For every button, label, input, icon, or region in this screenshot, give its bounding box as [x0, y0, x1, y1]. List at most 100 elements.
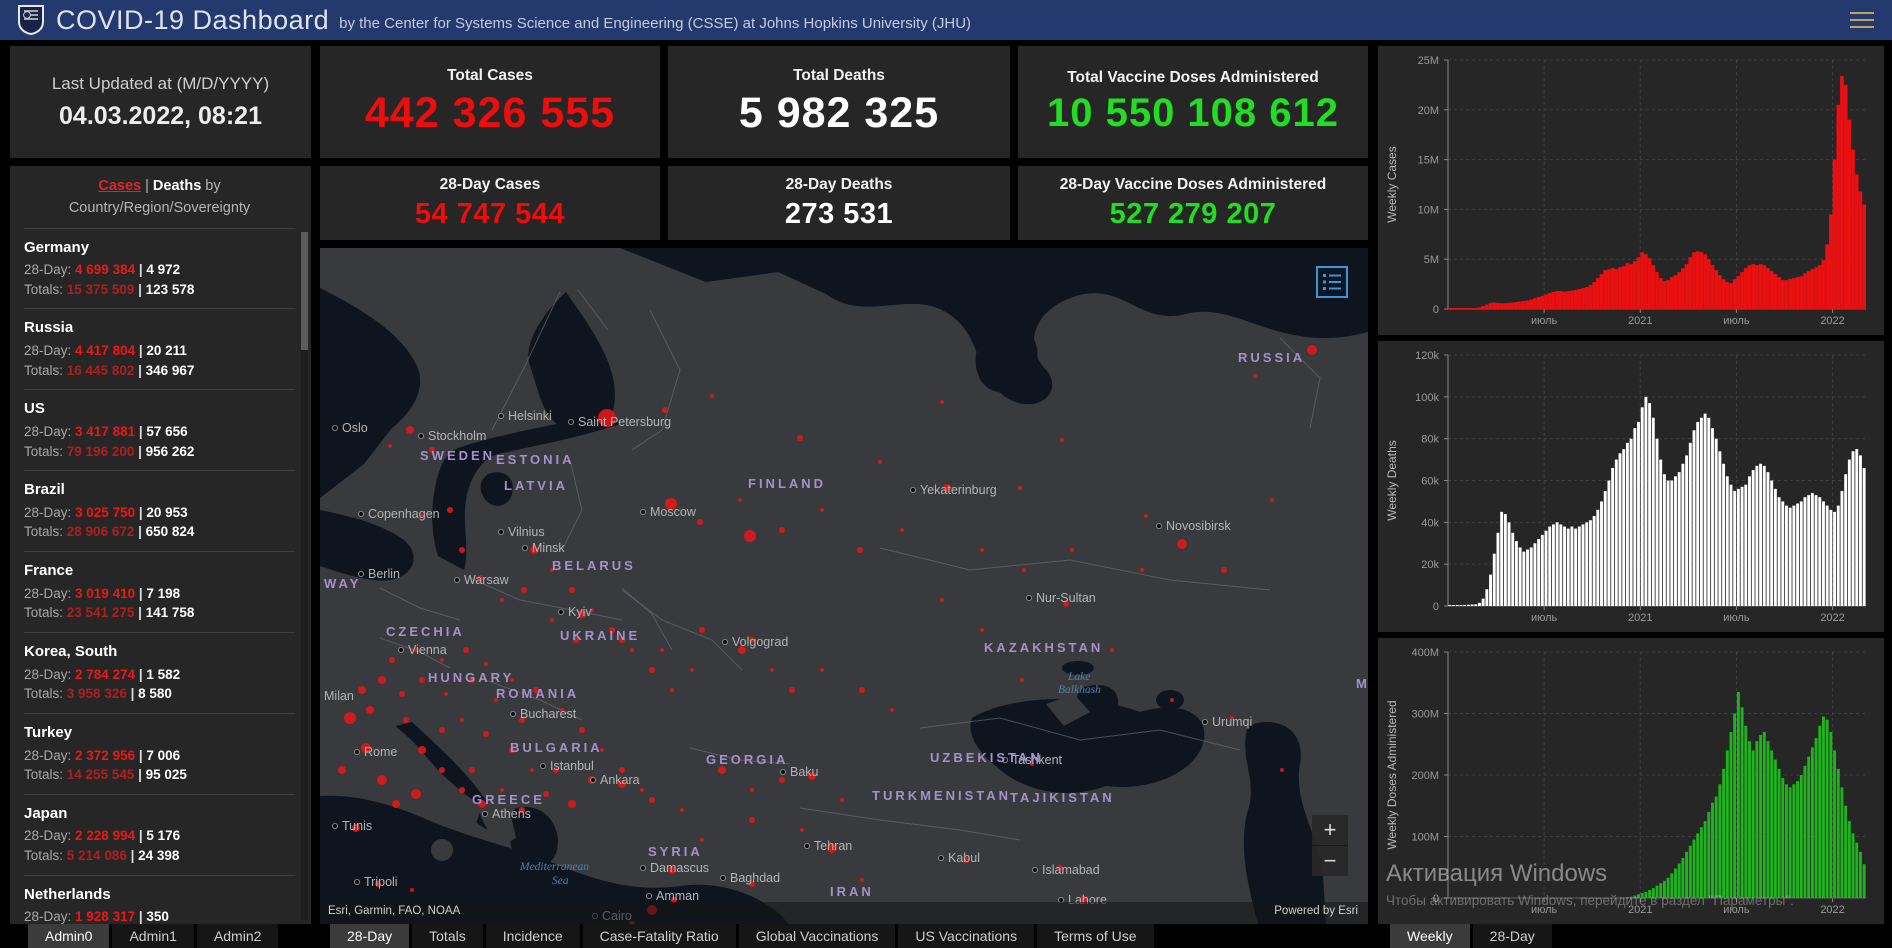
country-totals-line: Totals: 3 958 326 | 8 580	[24, 686, 172, 702]
day28-vaccines-label: 28-Day Vaccine Doses Administered	[1059, 175, 1327, 193]
svg-text:июль: июль	[1531, 904, 1558, 916]
tab-28-day[interactable]: 28-Day	[1472, 924, 1552, 948]
svg-text:2022: 2022	[1820, 904, 1844, 916]
weekly-doses-chart: июль 2021 июль 2022 0 100M 200M 300M 400M Weekly …	[1382, 642, 1880, 920]
svg-text:Tunis: Tunis	[342, 819, 372, 833]
svg-text:UKRAINE: UKRAINE	[560, 628, 640, 643]
country-name: Germany	[24, 238, 90, 256]
tab-admin0[interactable]: Admin0	[28, 924, 110, 948]
tab-us-vaccinations[interactable]: US Vaccinations	[898, 924, 1035, 948]
svg-text:Copenhagen: Copenhagen	[368, 507, 440, 521]
last-updated-panel: Last Updated at (M/D/YYYY) 04.03.2022, 0…	[10, 46, 311, 158]
total-vaccines-box: Total Vaccine Doses Administered 10 550 …	[1018, 46, 1368, 158]
svg-text:Lake: Lake	[1067, 671, 1090, 683]
country-row[interactable]: France 28-Day: 3 019 410 | 7 198 Totals: 2…	[24, 551, 295, 632]
svg-text:Helsinki: Helsinki	[508, 409, 552, 423]
svg-text:Mediterranean: Mediterranean	[519, 861, 589, 873]
svg-text:0: 0	[1433, 304, 1439, 316]
country-list: Germany 28-Day: 4 699 384 | 4 972 Totals: …	[24, 227, 295, 924]
day28-vaccines-value: 527 279 207	[1109, 197, 1277, 230]
svg-text:Baku: Baku	[790, 765, 819, 779]
svg-text:Amman: Amman	[656, 889, 699, 903]
total-deaths-value: 5 982 325	[738, 88, 940, 137]
svg-text:GEORGIA: GEORGIA	[706, 752, 788, 767]
svg-text:Warsaw: Warsaw	[464, 573, 510, 587]
svg-text:Baghdad: Baghdad	[730, 871, 780, 885]
country-row[interactable]: Japan 28-Day: 2 228 994 | 5 176 Totals: 5 …	[24, 793, 295, 875]
svg-text:15M: 15M	[1418, 155, 1439, 167]
country-row[interactable]: Korea, South 28-Day: 2 784 274 | 1 582 Tot…	[24, 631, 295, 713]
country-totals-line: Totals: 16 445 802 | 346 967	[24, 362, 195, 378]
total-cases-value: 442 326 555	[364, 88, 616, 137]
tab-weekly[interactable]: Weekly	[1390, 924, 1470, 948]
admin-tabs: Admin0 Admin1 Admin2	[28, 924, 279, 948]
svg-text:Weekly Deaths: Weekly Deaths	[1385, 440, 1399, 520]
country-list-scrollbar[interactable]	[301, 232, 308, 920]
svg-text:Yekaterinburg: Yekaterinburg	[920, 483, 997, 497]
svg-text:FINLAND: FINLAND	[748, 476, 826, 491]
svg-text:июль: июль	[1723, 904, 1750, 916]
country-row[interactable]: Russia 28-Day: 4 417 804 | 20 211 Totals: …	[24, 308, 295, 389]
tab-admin2[interactable]: Admin2	[196, 924, 279, 948]
last-updated-value: 04.03.2022, 08:21	[59, 101, 262, 130]
tab-global-vaccinations[interactable]: Global Vaccinations	[738, 924, 896, 948]
total-deaths-box: Total Deaths 5 982 325	[668, 46, 1010, 158]
menu-icon[interactable]	[1850, 7, 1874, 33]
svg-text:40k: 40k	[1421, 517, 1439, 529]
country-28day-line: 28-Day: 3 019 410 | 7 198	[24, 585, 181, 601]
svg-text:2022: 2022	[1820, 315, 1844, 327]
country-28day-line: 28-Day: 2 784 274 | 1 582	[24, 666, 181, 682]
svg-text:BULGARIA: BULGARIA	[510, 740, 603, 755]
svg-text:SYRIA: SYRIA	[648, 844, 703, 859]
svg-text:Weekly Cases: Weekly Cases	[1385, 146, 1399, 222]
country-28day-line: 28-Day: 3 025 750 | 20 953	[24, 504, 188, 520]
total-cases-label: Total Cases	[447, 66, 533, 84]
day28-cases-label: 28-Day Cases	[439, 175, 541, 193]
day28-deaths-box: 28-Day Deaths 273 531	[668, 166, 1010, 240]
svg-text:SWEDEN: SWEDEN	[420, 448, 495, 463]
tab-admin1[interactable]: Admin1	[112, 924, 194, 948]
world-map[interactable]: Oslo Stockholm Helsinki Saint Petersburg Cop…	[320, 248, 1368, 924]
svg-text:Volgograd: Volgograd	[732, 635, 788, 649]
svg-text:WAY: WAY	[324, 576, 361, 591]
svg-text:60k: 60k	[1421, 476, 1439, 488]
map-legend-button[interactable]	[1316, 266, 1348, 298]
svg-text:0: 0	[1433, 601, 1439, 613]
tab-terms-of-use[interactable]: Terms of Use	[1037, 924, 1154, 948]
svg-text:Berlin: Berlin	[368, 567, 400, 581]
svg-text:июль: июль	[1531, 315, 1558, 327]
svg-text:Balkhash: Balkhash	[1058, 684, 1101, 696]
svg-text:Ankara: Ankara	[600, 773, 640, 787]
svg-text:HUNGARY: HUNGARY	[428, 670, 514, 685]
chart-period-tabs: Weekly 28-Day	[1390, 924, 1552, 948]
svg-text:BELARUS: BELARUS	[552, 558, 636, 573]
tab-28-day[interactable]: 28-Day	[330, 924, 410, 948]
jhu-shield-icon	[18, 5, 44, 35]
svg-text:Sea: Sea	[552, 875, 569, 887]
svg-text:Kabul: Kabul	[948, 851, 980, 865]
zoom-in-button[interactable]: +	[1312, 815, 1348, 846]
country-row[interactable]: Germany 28-Day: 4 699 384 | 4 972 Totals: …	[24, 227, 295, 309]
country-row[interactable]: US 28-Day: 3 417 881 | 57 656 Totals: 79 1…	[24, 389, 295, 470]
powered-by-esri[interactable]: Powered by Esri	[1274, 905, 1358, 917]
deaths-toggle-link[interactable]: Deaths	[153, 178, 201, 194]
country-totals-line: Totals: 15 375 509 | 123 578	[24, 281, 195, 297]
svg-text:20M: 20M	[1418, 105, 1439, 117]
scrollbar-thumb[interactable]	[301, 232, 308, 350]
tab-totals[interactable]: Totals	[412, 924, 483, 948]
svg-text:100M: 100M	[1411, 832, 1439, 844]
country-row[interactable]: Netherlands28-Day: 1 928 317 | 350Totals…	[24, 874, 295, 924]
tab-case-fatality-ratio[interactable]: Case-Fatality Ratio	[582, 924, 736, 948]
svg-text:10M: 10M	[1418, 204, 1439, 216]
zoom-out-button[interactable]: −	[1312, 846, 1348, 876]
tab-incidence[interactable]: Incidence	[485, 924, 580, 948]
country-row[interactable]: Brazil 28-Day: 3 025 750 | 20 953 Totals: …	[24, 470, 295, 551]
svg-text:Stockholm: Stockholm	[428, 429, 486, 443]
svg-text:120k: 120k	[1415, 350, 1439, 362]
cases-toggle-link[interactable]: Cases	[98, 178, 141, 194]
total-deaths-label: Total Deaths	[793, 66, 885, 84]
svg-text:80k: 80k	[1421, 434, 1439, 446]
country-row[interactable]: Turkey 28-Day: 2 372 956 | 7 006 Totals: 1…	[24, 712, 295, 794]
svg-text:июль: июль	[1531, 612, 1558, 624]
svg-text:ROMANIA: ROMANIA	[496, 686, 579, 701]
